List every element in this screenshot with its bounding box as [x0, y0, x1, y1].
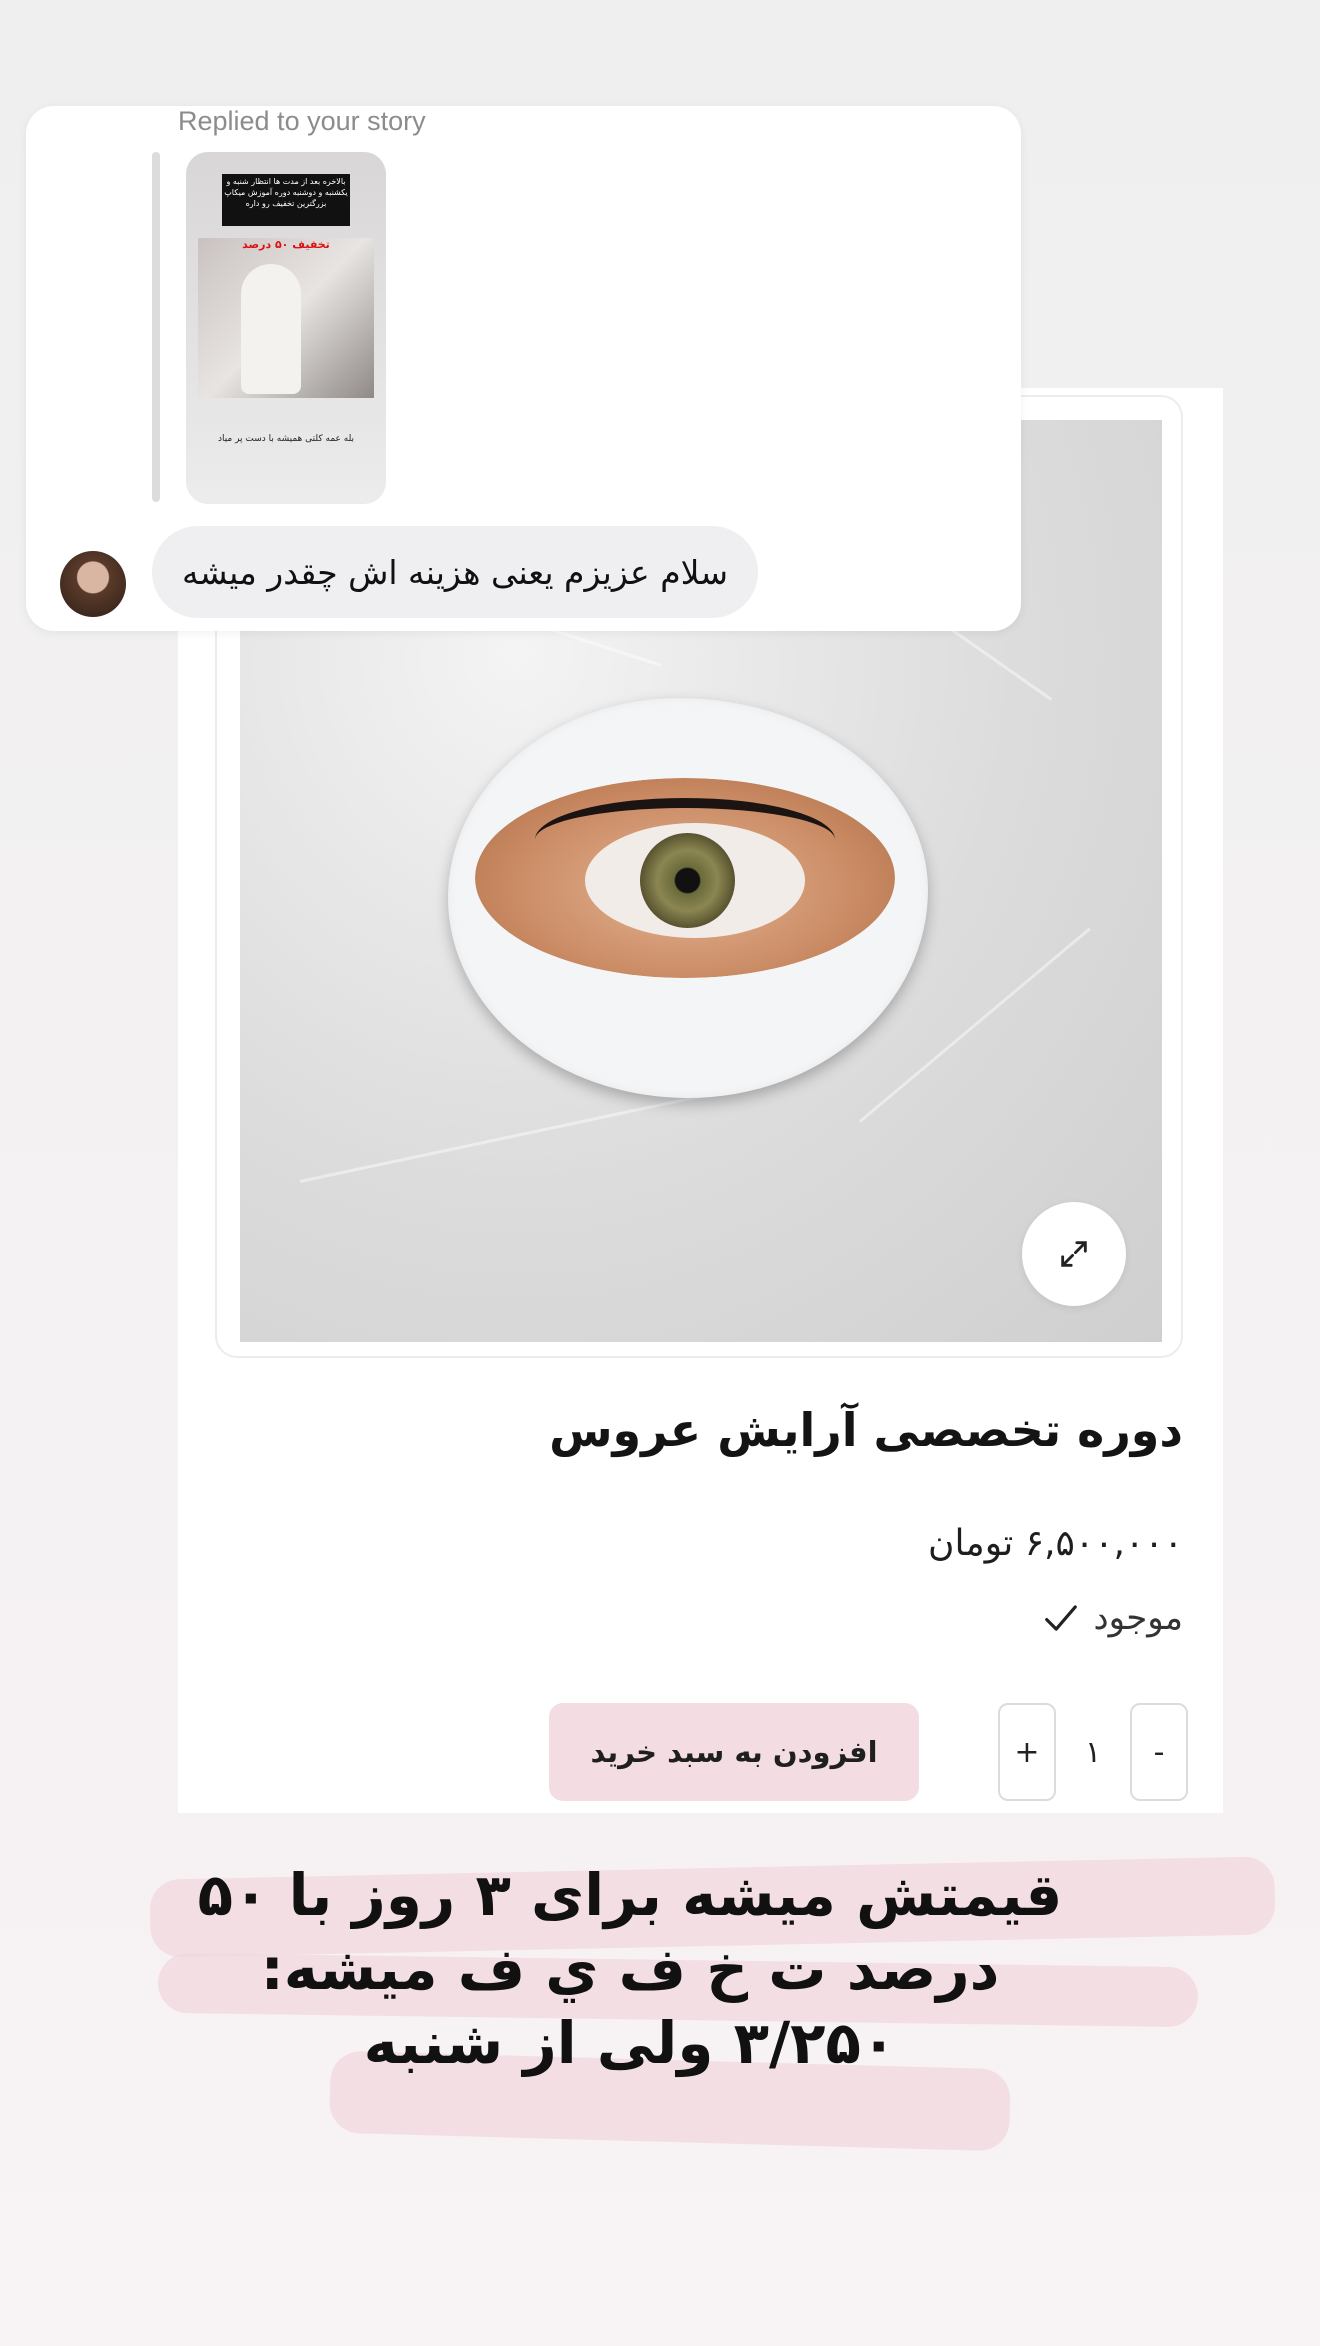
story-reply-card: Replied to your story بالاخره بعد از مدت…: [26, 106, 1021, 631]
stock-label: موجود: [1093, 1598, 1184, 1638]
product-title: دوره تخصصی آرایش عروس: [549, 1403, 1183, 1457]
thumbnail-banner-text: بالاخره بعد از مدت ها انتظار شنبه و یکشن…: [222, 174, 350, 226]
thumbnail-caption: بله عمه کلتی همیشه با دست پر میاد: [217, 434, 355, 444]
quantity-decrease-button[interactable]: -: [1130, 1703, 1188, 1801]
quantity-increase-button[interactable]: +: [998, 1703, 1056, 1801]
stock-status: موجود: [1042, 1598, 1184, 1638]
product-price: ۶,۵۰۰,۰۰۰ تومان: [928, 1523, 1183, 1564]
thumbnail-figure: [241, 264, 301, 394]
add-to-cart-button[interactable]: افزودن به سبد خرید: [549, 1703, 919, 1801]
replied-to-story-label: Replied to your story: [178, 106, 426, 136]
avatar[interactable]: [60, 551, 126, 617]
quantity-value[interactable]: ۱: [1056, 1703, 1130, 1801]
eye-lashes: [535, 798, 835, 848]
eye-image: [475, 778, 895, 978]
expand-icon: [1061, 1241, 1087, 1267]
caption-line-1: قیمتش میشه برای ۳ روز با ۵۰: [197, 1861, 1063, 1929]
check-icon: [1044, 1605, 1077, 1631]
message-bubble[interactable]: سلام عزیزم یعنی هزینه اش چقدر میشه: [152, 526, 759, 618]
caption-line-2: درصد ت خ ف ي ف میشه:: [260, 1935, 1000, 2003]
caption-line-3: ۳/۲۵۰ ولی از شنبه: [363, 2009, 897, 2077]
story-caption: قیمتش میشه برای ۳ روز با ۵۰ درصد ت خ ف ي…: [150, 1858, 1110, 2080]
story-thumbnail[interactable]: بالاخره بعد از مدت ها انتظار شنبه و یکشن…: [186, 152, 386, 504]
reply-quote-line: [152, 152, 160, 502]
thumbnail-sale-text: تخفیف ۵۰ درصد: [242, 238, 330, 251]
expand-button[interactable]: [1022, 1202, 1126, 1306]
